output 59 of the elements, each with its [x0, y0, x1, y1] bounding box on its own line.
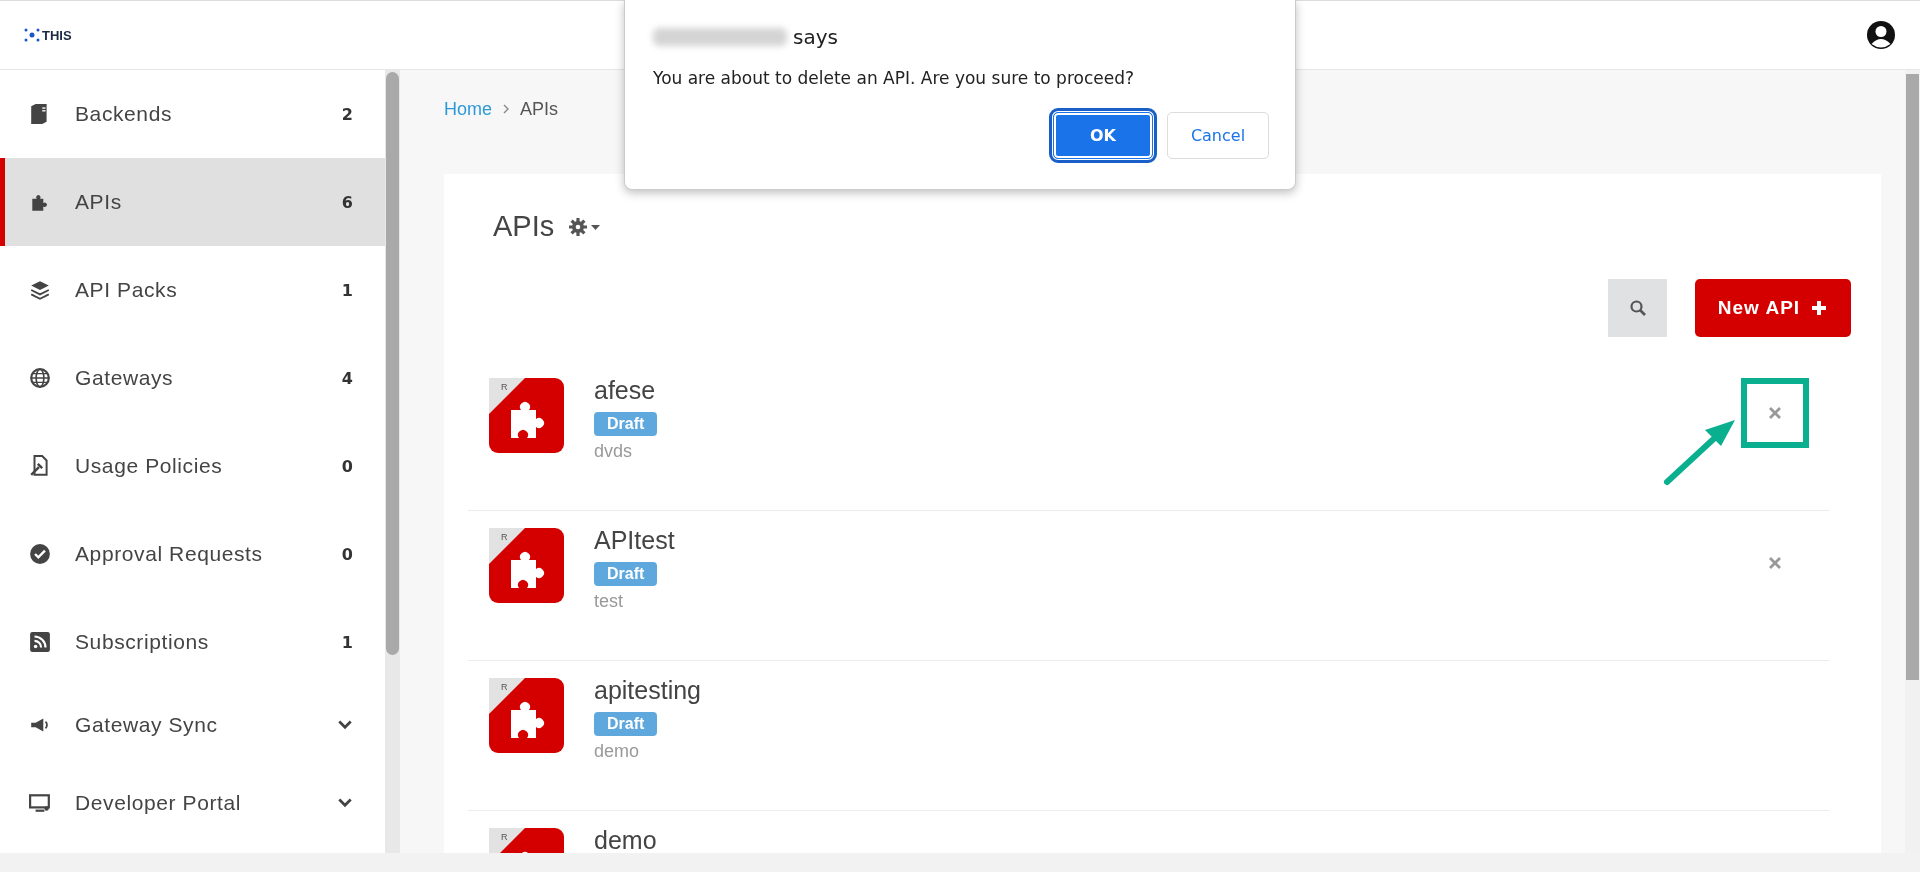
api-description: demo [594, 741, 640, 762]
item-count: 0 [341, 456, 353, 476]
sidebar-item[interactable]: Usage Policies 0 [0, 422, 385, 510]
scrollbar-thumb[interactable] [386, 72, 399, 655]
badge-letter: R [501, 532, 508, 542]
item-count: 2 [341, 104, 353, 124]
badge-letter: R [501, 832, 508, 842]
api-puzzle-icon [489, 378, 564, 453]
logo-text: THIS [42, 27, 72, 43]
scrollbar-thumb[interactable] [1906, 74, 1919, 680]
layers-icon [29, 279, 51, 301]
search-icon [1628, 299, 1647, 317]
status-tag: Draft [594, 712, 658, 736]
sidebar-item[interactable]: Gateway Sync [0, 686, 385, 764]
logo-icon [24, 27, 40, 43]
sidebar-item[interactable]: Approval Requests 0 [0, 510, 385, 598]
globe-icon [29, 367, 51, 389]
sidebar-item[interactable]: API Packs 1 [0, 246, 385, 334]
item-count: 4 [341, 368, 353, 388]
api-name[interactable]: demo [594, 826, 657, 853]
sidebar-item[interactable]: Subscriptions 1 [0, 598, 385, 686]
status-tag: Draft [594, 562, 658, 586]
chevron-right-icon [502, 104, 510, 114]
dialog-message: You are about to delete an API. Are you sure to proceed? [653, 68, 1135, 88]
gear-dropdown-icon[interactable] [568, 216, 603, 237]
chevron-icon[interactable] [337, 797, 353, 809]
close-icon [1768, 406, 1782, 420]
status-tag: Draft [594, 412, 658, 436]
item-count: 6 [341, 192, 353, 212]
search-button[interactable] [1608, 279, 1667, 337]
badge-letter: R [501, 382, 508, 392]
user-avatar-icon[interactable] [1866, 20, 1896, 50]
plus-icon [1810, 299, 1829, 317]
dialog-title: says [793, 25, 838, 49]
document-icon [29, 455, 51, 477]
api-puzzle-icon [489, 678, 564, 753]
cancel-button[interactable]: Cancel [1167, 112, 1269, 159]
rss-icon [29, 631, 51, 653]
badge-letter: R [501, 682, 508, 692]
item-count: 1 [341, 280, 353, 300]
api-name[interactable]: APItest [594, 526, 675, 555]
breadcrumb-current: APIs [520, 98, 559, 120]
new-api-button[interactable]: New API [1695, 279, 1851, 337]
chevron-icon[interactable] [337, 719, 353, 731]
api-description: test [594, 591, 623, 612]
api-name[interactable]: afese [594, 376, 656, 405]
close-icon [1768, 556, 1782, 570]
api-name[interactable]: apitesting [594, 676, 702, 705]
item-count: 0 [341, 544, 353, 564]
sidebar-item[interactable]: Gateways 4 [0, 334, 385, 422]
monitor-icon [29, 792, 51, 814]
sidebar-item[interactable]: APIs 6 [0, 158, 385, 246]
sidebar-item[interactable]: Backends 2 [0, 70, 385, 158]
check-circle-icon [29, 543, 51, 565]
item-count: 1 [341, 632, 353, 652]
api-description: dvds [594, 441, 633, 462]
page-title: APIs [493, 210, 555, 243]
api-puzzle-icon [489, 528, 564, 603]
sidebar-item[interactable]: Developer Portal [0, 764, 385, 842]
